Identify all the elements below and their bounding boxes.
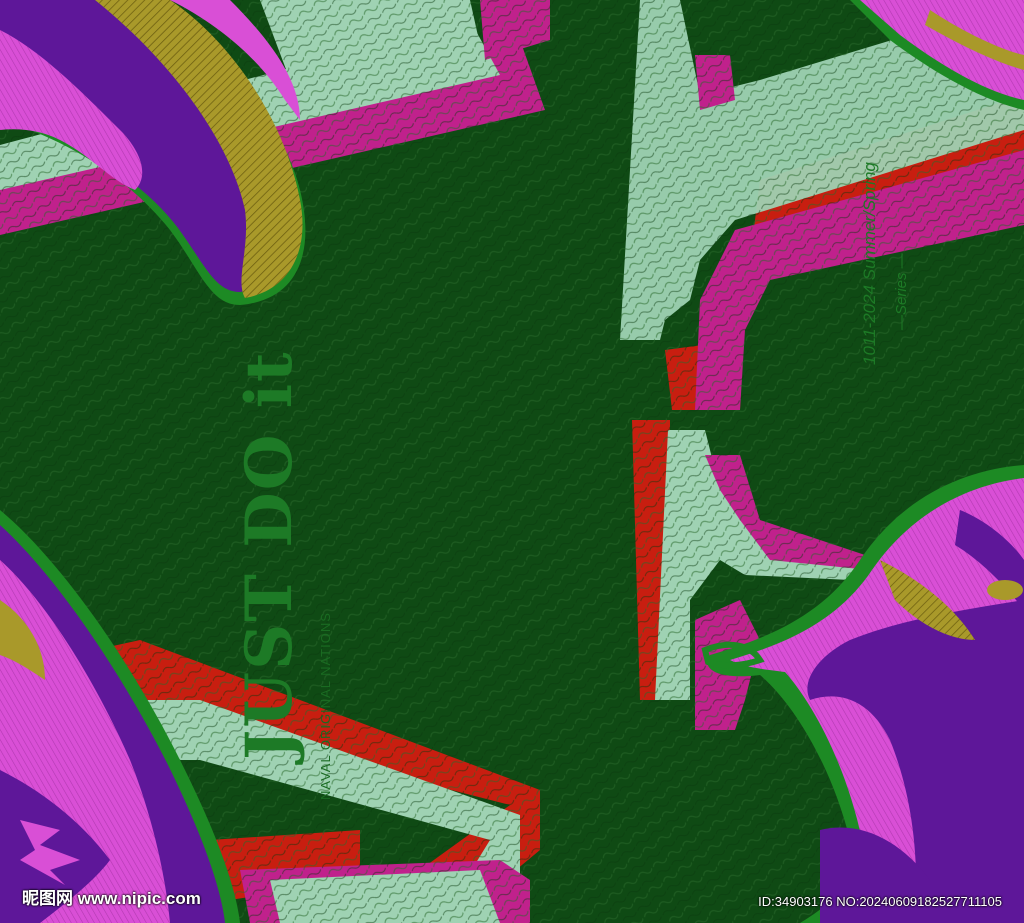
watermark-id: ID:34903176 NO:20240609182527711105 [758,894,1002,909]
series-text-line2: —Series — [893,253,910,330]
slogan-subtitle: NAVAL ORIGINAL NATIONS [318,612,333,800]
sneaker-pattern-illustration [0,0,1024,923]
series-text-line1: 1011-2024 Summer/Spring [860,162,879,365]
watermark-site: 昵图网 www.nipic.com [22,889,201,908]
artwork-canvas: JUST DO it NAVAL ORIGINAL NATIONS 1011-2… [0,0,1024,923]
slogan-text: JUST DO it [232,350,307,760]
